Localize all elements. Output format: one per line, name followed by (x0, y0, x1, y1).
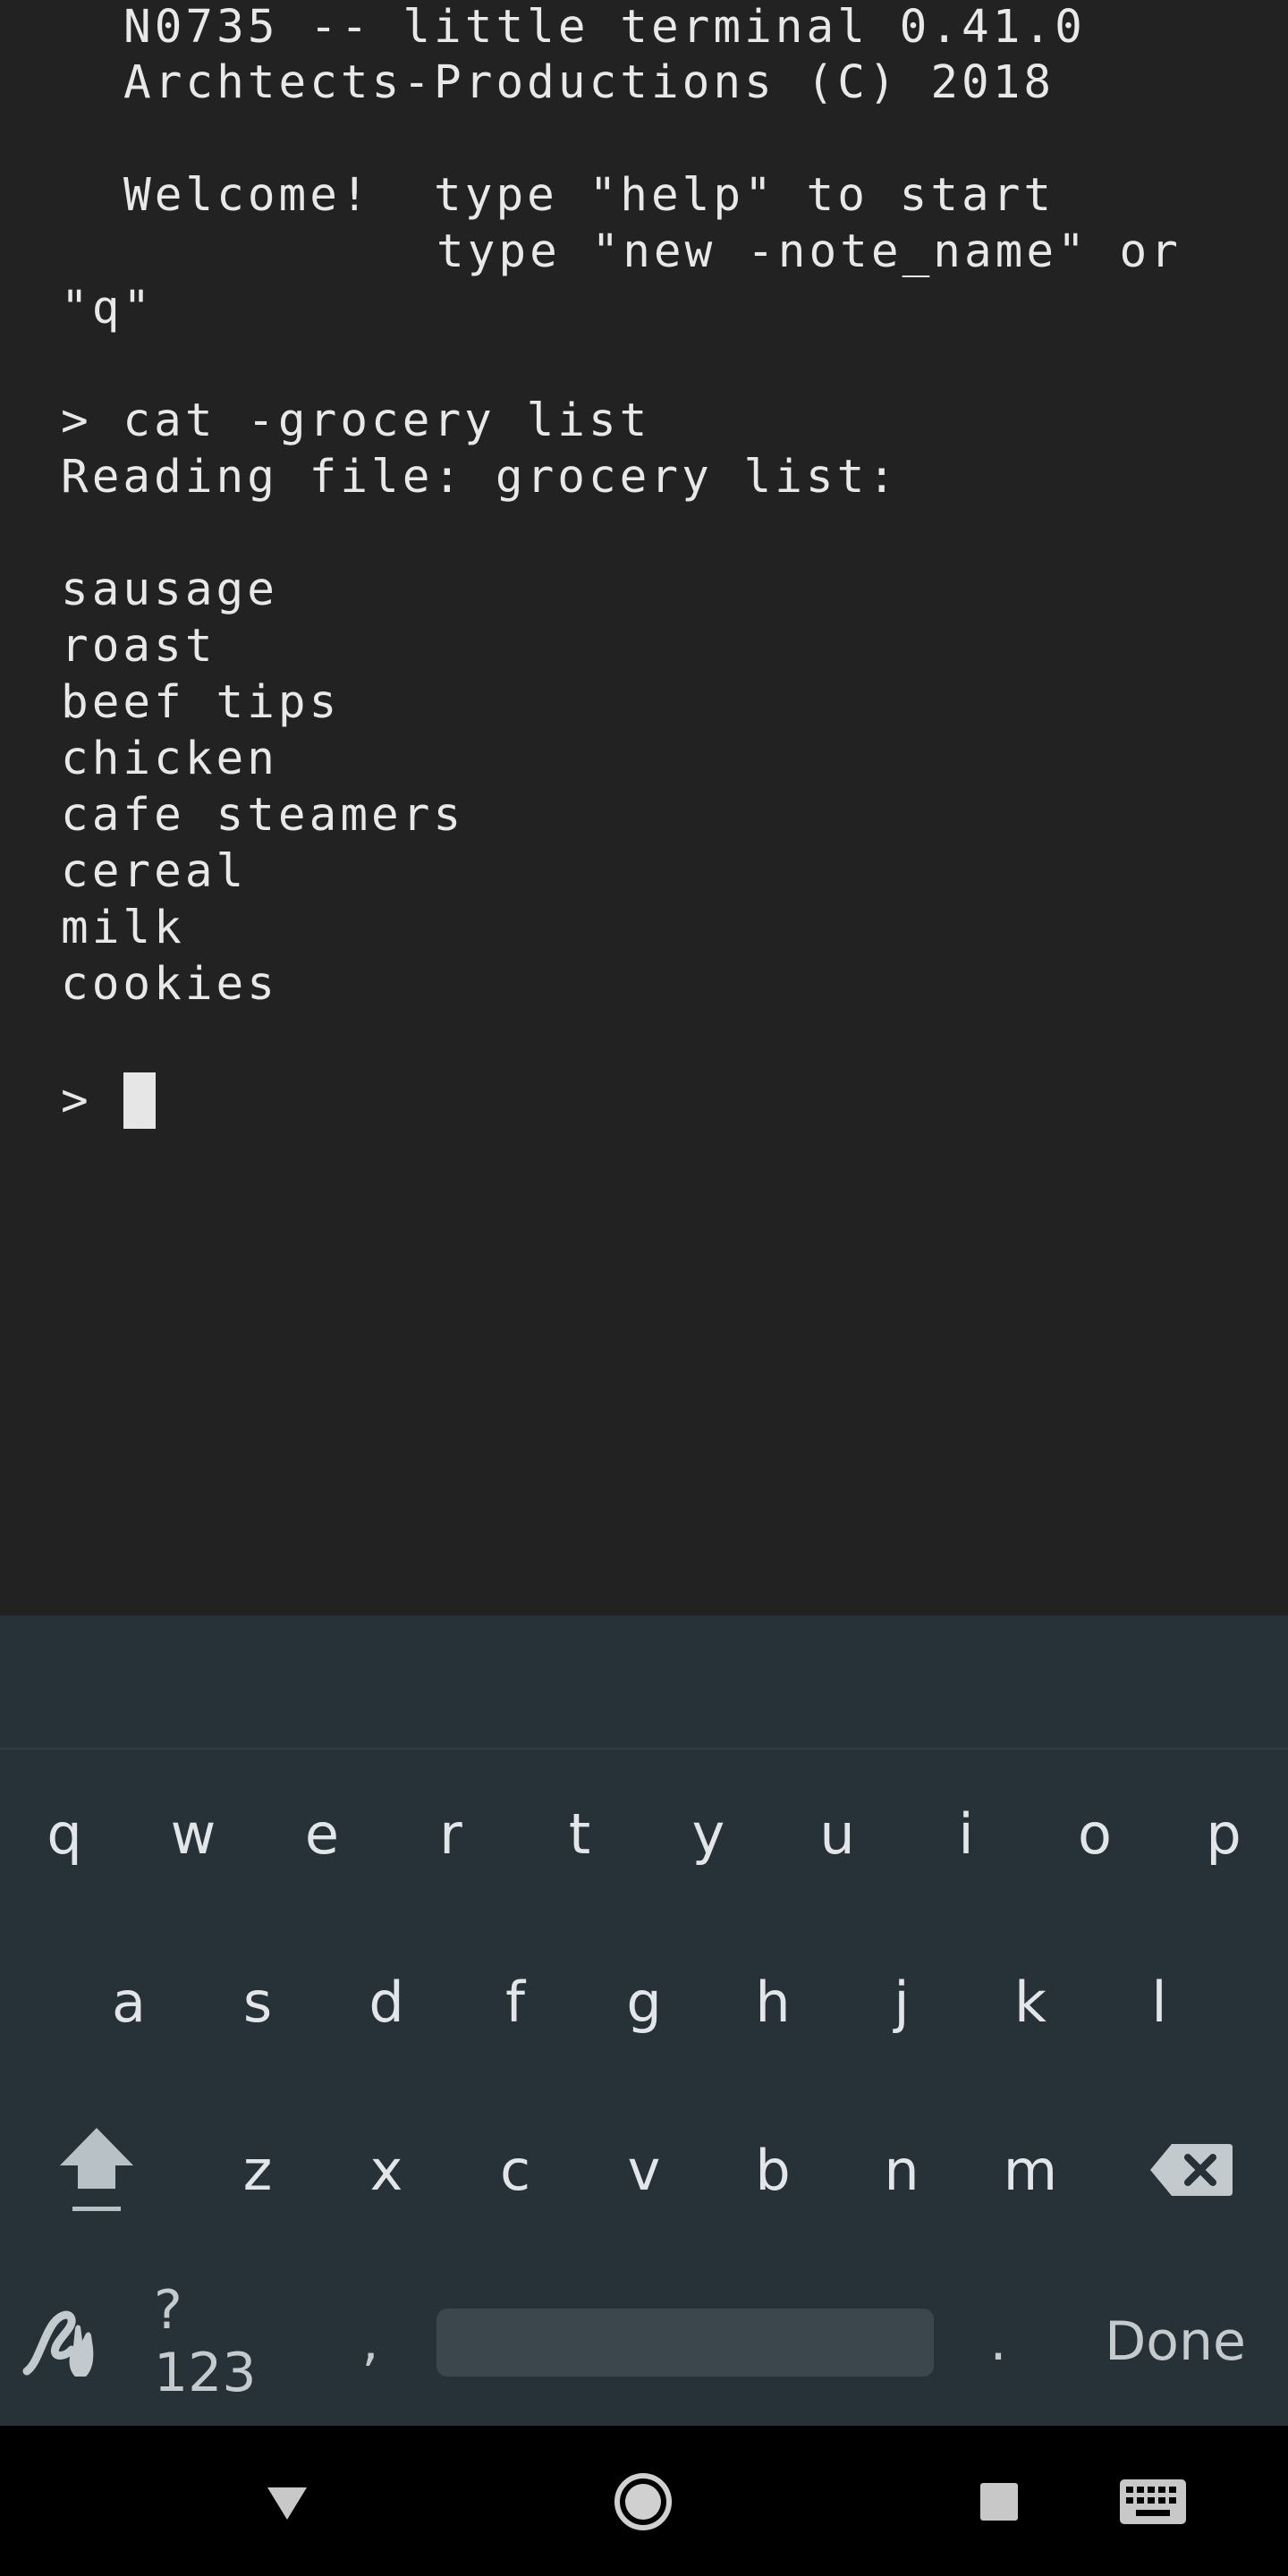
backspace-icon (1150, 2144, 1233, 2196)
terminal-welcome-line: Welcome! type "help" to start (123, 169, 1055, 222)
key-u[interactable]: u (773, 1750, 902, 1918)
key-k[interactable]: k (966, 1918, 1095, 2086)
key-b[interactable]: b (708, 2086, 837, 2254)
key-p[interactable]: p (1159, 1750, 1288, 1918)
key-n[interactable]: n (837, 2086, 966, 2254)
keyboard-icon (1120, 2479, 1186, 2524)
space-bar[interactable] (436, 2309, 934, 2377)
grocery-item: cookies (61, 958, 278, 1011)
terminal-hint-wrap-line: "q" (61, 282, 155, 335)
keyboard: q w e r t y u i o p a s d f g h j k l z … (0, 1750, 1288, 2426)
key-r[interactable]: r (386, 1750, 515, 1918)
symbols-key[interactable]: ?123 (154, 2258, 283, 2426)
keyboard-switch-button[interactable] (1104, 2462, 1202, 2542)
key-c[interactable]: c (451, 2086, 580, 2254)
key-w[interactable]: w (129, 1750, 258, 1918)
recents-icon (980, 2483, 1018, 2521)
terminal-cursor (123, 1072, 156, 1129)
terminal-reading-line: Reading file: grocery list: (61, 451, 900, 504)
screen: N0735 -- little terminal 0.41.0 Archtect… (0, 0, 1288, 2576)
grocery-item: sausage (61, 564, 278, 616)
grocery-item: roast (61, 620, 216, 673)
terminal[interactable]: N0735 -- little terminal 0.41.0 Archtect… (0, 0, 1288, 1615)
key-d[interactable]: d (322, 1918, 451, 2086)
shift-icon (60, 2128, 133, 2211)
terminal-command-line: > cat -grocery list (61, 394, 651, 447)
key-z[interactable]: z (193, 2086, 322, 2254)
key-a[interactable]: a (64, 1918, 193, 2086)
backspace-key[interactable] (1127, 2086, 1256, 2254)
key-m[interactable]: m (966, 2086, 1095, 2254)
key-j[interactable]: j (837, 1918, 966, 2086)
key-o[interactable]: o (1030, 1750, 1159, 1918)
key-v[interactable]: v (580, 2086, 708, 2254)
grocery-item: cafe steamers (61, 789, 465, 842)
key-l[interactable]: l (1095, 1918, 1224, 2086)
grocery-item: chicken (61, 733, 278, 785)
shift-key[interactable] (32, 2086, 161, 2254)
key-e[interactable]: e (258, 1750, 386, 1918)
done-key[interactable]: Done (1084, 2258, 1267, 2426)
terminal-prompt: > (61, 1074, 92, 1127)
handwriting-key[interactable] (0, 2258, 129, 2426)
handwriting-icon (22, 2310, 94, 2377)
key-s[interactable]: s (193, 1918, 322, 2086)
recents-button[interactable] (959, 2462, 1039, 2542)
terminal-copyright-line: Archtects-Productions (C) 2018 (123, 56, 1055, 109)
key-h[interactable]: h (708, 1918, 837, 2086)
suggestion-strip (0, 1615, 1288, 1750)
back-button[interactable] (247, 2462, 327, 2542)
comma-key[interactable]: , (306, 2258, 435, 2426)
key-t[interactable]: t (515, 1750, 644, 1918)
terminal-title-line: N0735 -- little terminal 0.41.0 (123, 1, 1086, 54)
key-i[interactable]: i (902, 1750, 1030, 1918)
key-g[interactable]: g (580, 1918, 708, 2086)
back-icon (267, 2487, 307, 2520)
grocery-item: cereal (61, 845, 248, 898)
home-icon (614, 2473, 672, 2530)
grocery-item: milk (61, 902, 185, 954)
home-button[interactable] (603, 2462, 683, 2542)
terminal-hint-line: type "new -note_name" or (436, 225, 1182, 278)
key-y[interactable]: y (644, 1750, 773, 1918)
navigation-bar (0, 2426, 1288, 2576)
period-key[interactable]: . (934, 2258, 1063, 2426)
key-q[interactable]: q (0, 1750, 129, 1918)
key-x[interactable]: x (322, 2086, 451, 2254)
grocery-item: beef tips (61, 676, 341, 729)
key-f[interactable]: f (451, 1918, 580, 2086)
